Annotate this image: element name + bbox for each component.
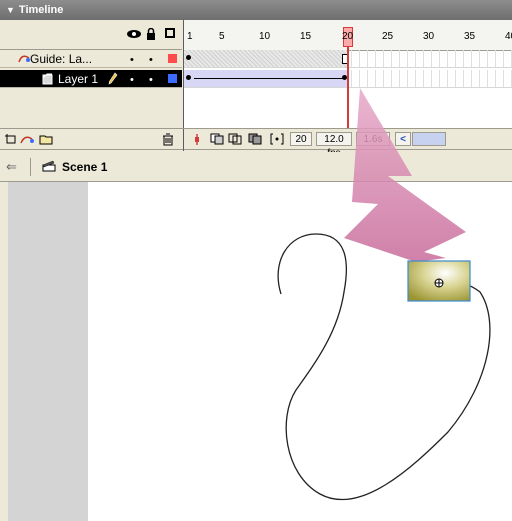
lock-icon[interactable]: [146, 27, 156, 40]
lock-dot[interactable]: •: [149, 54, 153, 66]
playhead-line: [347, 47, 349, 128]
ruler-label: 25: [382, 31, 394, 42]
pasteboard: [8, 182, 88, 521]
visibility-dot[interactable]: •: [130, 54, 134, 66]
frame-rate-field[interactable]: 12.0 fps: [316, 132, 352, 159]
outline-color-swatch[interactable]: [168, 54, 177, 63]
panel-title: Timeline: [18, 4, 64, 16]
pencil-icon: [108, 72, 118, 88]
timeline-panel-titlebar[interactable]: ▼ Timeline: [0, 0, 512, 20]
insert-layer-icon[interactable]: [4, 133, 20, 148]
ruler-label: 20: [342, 31, 354, 42]
guide-layer-icon: [18, 52, 30, 67]
onion-skin-outlines-icon[interactable]: [228, 133, 242, 148]
keyframe[interactable]: [186, 55, 191, 60]
modify-onion-markers-icon[interactable]: [270, 133, 284, 148]
center-frame-icon[interactable]: [193, 133, 201, 149]
layer-icon: [42, 73, 54, 88]
flash-ide: ▼ Timeline Guide: La... • • Layer 1 • • …: [0, 0, 512, 521]
edit-bar-divider: [30, 158, 31, 176]
ruler-label: 10: [259, 31, 271, 42]
add-motion-guide-icon[interactable]: [20, 133, 36, 148]
edit-multiple-frames-icon[interactable]: [248, 133, 262, 148]
tween-arrow: [194, 78, 344, 79]
layer-row-layer1[interactable]: Layer 1 • •: [0, 70, 182, 88]
stage-edge: [0, 182, 8, 521]
ruler-label: 30: [423, 31, 435, 42]
ruler-label: 40: [505, 31, 512, 42]
horizontal-scrollbar[interactable]: [412, 132, 446, 146]
layer-name: Guide: La...: [30, 52, 93, 66]
keyframe[interactable]: [186, 75, 191, 80]
elapsed-time-field[interactable]: 1.6s: [356, 132, 390, 146]
ruler-label: 35: [464, 31, 476, 42]
layer-header: [0, 20, 182, 50]
insert-folder-icon[interactable]: [38, 133, 54, 148]
frame-span[interactable]: [184, 50, 347, 67]
lock-dot[interactable]: •: [149, 74, 153, 86]
scroll-left-button[interactable]: <: [395, 132, 411, 146]
ruler-label: 15: [300, 31, 312, 42]
visibility-dot[interactable]: •: [130, 74, 134, 86]
clapperboard-icon: [42, 160, 56, 172]
layer-name: Layer 1: [58, 72, 99, 86]
stage-canvas[interactable]: [88, 182, 512, 521]
onion-skin-icon[interactable]: [210, 133, 224, 148]
trash-icon[interactable]: [162, 133, 174, 149]
current-frame-field[interactable]: 20: [290, 132, 312, 146]
toolbar-divider: [183, 129, 184, 151]
outline-icon[interactable]: [165, 28, 175, 38]
stage[interactable]: [88, 182, 512, 521]
back-arrow-icon[interactable]: ⇐: [6, 159, 17, 175]
frame-grid[interactable]: 1 5 10 15 20 25 30 35 40: [183, 20, 512, 128]
outline-color-swatch[interactable]: [168, 74, 177, 83]
timeline-toolbar: 20 12.0 fps 1.6s <: [0, 128, 512, 159]
layer-list: Guide: La... • • Layer 1 • •: [0, 20, 182, 128]
ruler-label: 5: [219, 31, 225, 42]
layer-row-guide[interactable]: Guide: La... • •: [0, 50, 182, 68]
motion-guide-path[interactable]: [277, 233, 491, 501]
eye-icon[interactable]: [126, 28, 142, 43]
collapse-triangle-icon[interactable]: ▼: [6, 0, 15, 20]
ruler-label: 1: [187, 31, 193, 42]
timeline-panel: Guide: La... • • Layer 1 • • 1 5 10 15 2…: [0, 20, 512, 159]
scene-label[interactable]: Scene 1: [62, 160, 107, 174]
edit-bar: ⇐ Scene 1: [0, 152, 512, 182]
